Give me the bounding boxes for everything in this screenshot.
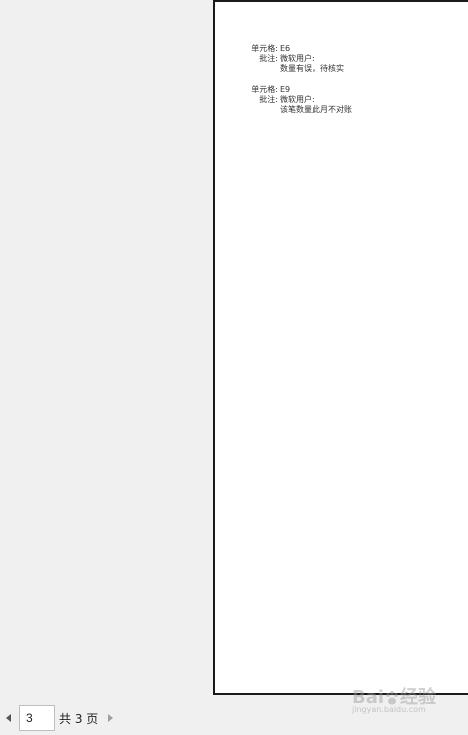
note-label: 批注: (259, 54, 278, 63)
comment-note-row: 批注: 微软用户: (246, 54, 446, 64)
comment-block-e9: 单元格: E9 批注: 微软用户: 该笔数量此月不对账 (246, 85, 446, 115)
comment-note-row: 批注: 微软用户: (246, 95, 446, 105)
comment-cell-row: 单元格: E6 (246, 44, 446, 54)
baidu-jingyan-watermark: Bai 经验 jingyan.baidu.com (352, 683, 462, 721)
cell-ref: E6 (280, 44, 291, 53)
cell-label: 单元格: (251, 44, 278, 53)
comment-text: 数量有误，待核实 (280, 64, 344, 73)
comment-text: 该笔数量此月不对账 (280, 105, 352, 114)
total-pages-label: 共 3 页 (59, 711, 99, 726)
page-navigator: 共 3 页 (0, 704, 114, 732)
cell-ref: E9 (280, 85, 291, 94)
note-label: 批注: (259, 95, 278, 104)
watermark-url: jingyan.baidu.com (352, 705, 426, 714)
paw-icon (386, 691, 399, 705)
comment-author: 微软用户: (280, 54, 315, 63)
current-page-input[interactable] (19, 705, 55, 731)
comment-block-e6: 单元格: E6 批注: 微软用户: 数量有误，待核实 (246, 44, 446, 74)
comment-author: 微软用户: (280, 95, 315, 104)
previous-page-arrow-icon[interactable] (6, 714, 11, 722)
cell-label: 单元格: (251, 85, 278, 94)
next-page-arrow-icon[interactable] (108, 714, 114, 722)
comment-cell-row: 单元格: E9 (246, 85, 446, 95)
